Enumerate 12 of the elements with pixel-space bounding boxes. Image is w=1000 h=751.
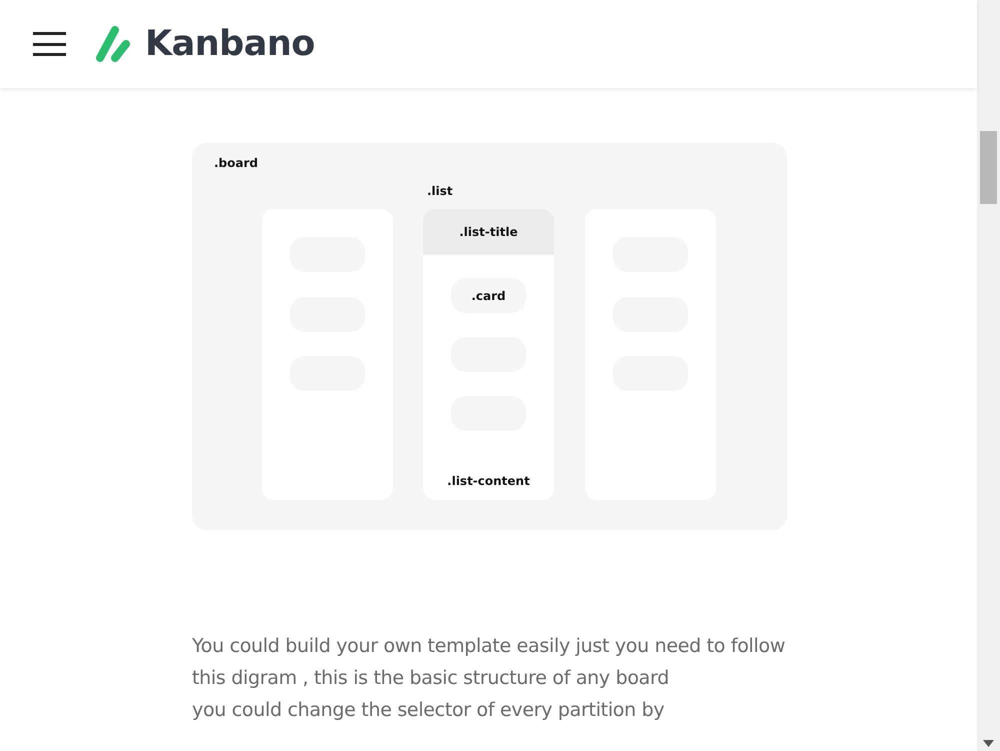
logo-icon	[95, 24, 133, 64]
logo-text: Kanbano	[145, 24, 315, 64]
description-text: You could build your own template easily just you need to follow this digram , this is the basic structure of any board you could change the selector of every partition by	[192, 634, 786, 723]
card: .card	[451, 278, 526, 313]
menu-icon	[33, 31, 66, 57]
list-title: .list-title	[423, 209, 554, 255]
list-label: .list	[427, 184, 453, 198]
board-label: .board	[214, 156, 258, 170]
menu-button[interactable]	[33, 31, 66, 57]
scrollbar-thumb[interactable]	[980, 131, 997, 204]
list-content-label: .list-content	[446, 474, 531, 488]
scroll-down-icon[interactable]	[983, 740, 994, 747]
